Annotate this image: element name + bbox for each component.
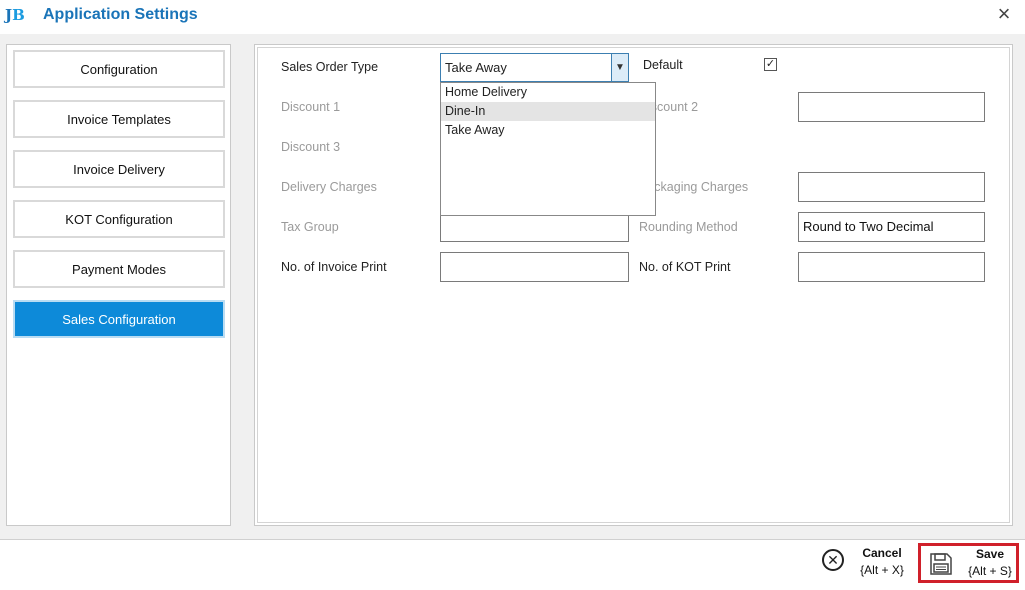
title-bar: JB Application Settings × (0, 0, 1025, 32)
chevron-down-icon[interactable]: ▼ (611, 54, 628, 81)
tax-group-label: Tax Group (281, 220, 339, 234)
delivery-charges-label: Delivery Charges (281, 180, 377, 194)
dropdown-option-dine-in[interactable]: Dine-In (441, 102, 655, 121)
packaging-charges-field[interactable] (798, 172, 985, 202)
save-label: Save (975, 547, 1005, 561)
sales-order-type-dropdown: Home Delivery Dine-In Take Away (440, 82, 656, 216)
cancel-icon: ✕ (822, 549, 844, 571)
default-label: Default (643, 58, 683, 72)
rounding-method-field[interactable]: Round to Two Decimal (798, 212, 985, 242)
discount1-label: Discount 1 (281, 100, 341, 114)
kot-print-field[interactable] (798, 252, 985, 282)
sidebar-item-payment-modes[interactable]: Payment Modes (13, 250, 225, 288)
settings-sidebar: Configuration Invoice Templates Invoice … (6, 44, 231, 526)
sidebar-item-kot-configuration[interactable]: KOT Configuration (13, 200, 225, 238)
save-shortcut: {Alt + S} (968, 564, 1012, 578)
rounding-method-label: Rounding Method (639, 220, 738, 234)
kot-print-label: No. of KOT Print (639, 260, 731, 274)
floppy-disk-icon (930, 553, 952, 575)
sales-order-type-label: Sales Order Type (281, 60, 379, 74)
sales-order-type-value: Take Away (445, 60, 507, 75)
app-logo: JB (5, 6, 25, 24)
cancel-button[interactable]: ✕ Cancel {Alt + X} (820, 544, 910, 584)
sidebar-item-sales-configuration[interactable]: Sales Configuration (13, 300, 225, 338)
window-title: Application Settings (43, 6, 198, 23)
sidebar-item-invoice-templates[interactable]: Invoice Templates (13, 100, 225, 138)
sidebar-item-configuration[interactable]: Configuration (13, 50, 225, 88)
default-checkbox[interactable]: ✓ (764, 58, 777, 71)
invoice-print-field[interactable] (440, 252, 629, 282)
tax-group-field[interactable] (440, 212, 629, 242)
cancel-label: Cancel (862, 546, 902, 560)
dropdown-option-take-away[interactable]: Take Away (441, 121, 655, 140)
invoice-print-label: No. of Invoice Print (281, 260, 387, 274)
save-button[interactable]: Save {Alt + S} (918, 543, 1019, 583)
close-icon[interactable]: × (994, 3, 1014, 25)
sales-order-type-select[interactable]: Take Away ▼ (440, 53, 629, 82)
discount3-label: Discount 3 (281, 140, 341, 154)
discount2-field[interactable] (798, 92, 985, 122)
sidebar-item-invoice-delivery[interactable]: Invoice Delivery (13, 150, 225, 188)
dropdown-option-home-delivery[interactable]: Home Delivery (441, 83, 655, 102)
cancel-shortcut: {Alt + X} (860, 563, 904, 577)
